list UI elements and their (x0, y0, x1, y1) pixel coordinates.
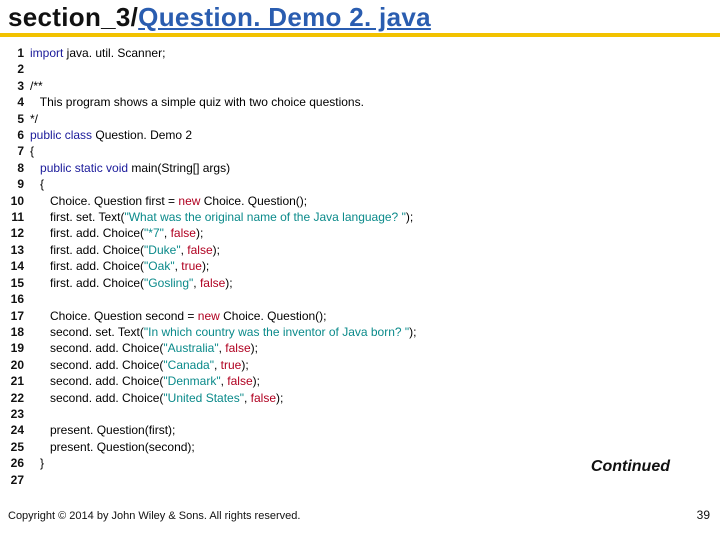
code-line: 16 (8, 291, 712, 307)
code-line: 20 second. add. Choice("Canada", true); (8, 357, 712, 373)
continued-label: Continued (591, 458, 670, 476)
code-text: first. add. Choice("Oak", true); (30, 258, 712, 274)
title-prefix: section_3/ (8, 2, 138, 32)
code-line: 25 present. Question(second); (8, 439, 712, 455)
code-text: present. Question(second); (30, 439, 712, 455)
line-number: 5 (8, 111, 30, 127)
code-text: second. add. Choice("Denmark", false); (30, 373, 712, 389)
line-number: 21 (8, 373, 30, 389)
code-text: present. Question(first); (30, 422, 712, 438)
code-line: 5*/ (8, 111, 712, 127)
slide-title-bar: section_3/Question. Demo 2. java (0, 0, 720, 37)
line-number: 27 (8, 472, 30, 488)
line-number: 23 (8, 406, 30, 422)
line-number: 20 (8, 357, 30, 373)
code-line: 12 first. add. Choice("*7", false); (8, 225, 712, 241)
code-text: { (30, 176, 712, 192)
code-line: 14 first. add. Choice("Oak", true); (8, 258, 712, 274)
line-number: 13 (8, 242, 30, 258)
code-text (30, 406, 712, 422)
code-text (30, 291, 712, 307)
code-text: public class Question. Demo 2 (30, 127, 712, 143)
code-text: This program shows a simple quiz with tw… (30, 94, 712, 110)
code-text: first. set. Text("What was the original … (30, 209, 712, 225)
code-text: /** (30, 78, 712, 94)
code-text: second. add. Choice("Canada", true); (30, 357, 712, 373)
code-text (30, 61, 712, 77)
line-number: 6 (8, 127, 30, 143)
code-line: 10 Choice. Question first = new Choice. … (8, 193, 712, 209)
code-line: 21 second. add. Choice("Denmark", false)… (8, 373, 712, 389)
line-number: 7 (8, 143, 30, 159)
code-text: */ (30, 111, 712, 127)
code-text: second. add. Choice("United States", fal… (30, 390, 712, 406)
line-number: 8 (8, 160, 30, 176)
code-text: second. set. Text("In which country was … (30, 324, 712, 340)
code-line: 15 first. add. Choice("Gosling", false); (8, 275, 712, 291)
code-text: public static void main(String[] args) (30, 160, 712, 176)
code-text: first. add. Choice("*7", false); (30, 225, 712, 241)
code-text: Choice. Question first = new Choice. Que… (30, 193, 712, 209)
line-number: 22 (8, 390, 30, 406)
line-number: 16 (8, 291, 30, 307)
code-text: first. add. Choice("Gosling", false); (30, 275, 712, 291)
code-text: Choice. Question second = new Choice. Qu… (30, 308, 712, 324)
line-number: 11 (8, 209, 30, 225)
line-number: 26 (8, 455, 30, 471)
line-number: 14 (8, 258, 30, 274)
code-line: 17 Choice. Question second = new Choice.… (8, 308, 712, 324)
page-number: 39 (697, 508, 710, 522)
code-text: import java. util. Scanner; (30, 45, 712, 61)
code-text: { (30, 143, 712, 159)
code-line: 18 second. set. Text("In which country w… (8, 324, 712, 340)
line-number: 10 (8, 193, 30, 209)
line-number: 18 (8, 324, 30, 340)
code-line: 11 first. set. Text("What was the origin… (8, 209, 712, 225)
line-number: 19 (8, 340, 30, 356)
code-line: 8 public static void main(String[] args) (8, 160, 712, 176)
code-line: 7{ (8, 143, 712, 159)
line-number: 17 (8, 308, 30, 324)
code-text: first. add. Choice("Duke", false); (30, 242, 712, 258)
code-line: 23 (8, 406, 712, 422)
code-line: 3/** (8, 78, 712, 94)
code-line: 9 { (8, 176, 712, 192)
title-link[interactable]: Question. Demo 2. java (138, 2, 431, 32)
line-number: 12 (8, 225, 30, 241)
slide-title: section_3/Question. Demo 2. java (8, 2, 712, 33)
code-line: 1import java. util. Scanner; (8, 45, 712, 61)
line-number: 1 (8, 45, 30, 61)
line-number: 25 (8, 439, 30, 455)
code-line: 4 This program shows a simple quiz with … (8, 94, 712, 110)
line-number: 9 (8, 176, 30, 192)
code-line: 19 second. add. Choice("Australia", fals… (8, 340, 712, 356)
line-number: 3 (8, 78, 30, 94)
code-listing: 1import java. util. Scanner;23/**4 This … (0, 37, 720, 488)
code-line: 13 first. add. Choice("Duke", false); (8, 242, 712, 258)
code-text: second. add. Choice("Australia", false); (30, 340, 712, 356)
line-number: 2 (8, 61, 30, 77)
code-line: 2 (8, 61, 712, 77)
line-number: 24 (8, 422, 30, 438)
copyright-text: Copyright © 2014 by John Wiley & Sons. A… (8, 510, 300, 522)
code-line: 6public class Question. Demo 2 (8, 127, 712, 143)
code-line: 24 present. Question(first); (8, 422, 712, 438)
line-number: 4 (8, 94, 30, 110)
code-line: 22 second. add. Choice("United States", … (8, 390, 712, 406)
line-number: 15 (8, 275, 30, 291)
